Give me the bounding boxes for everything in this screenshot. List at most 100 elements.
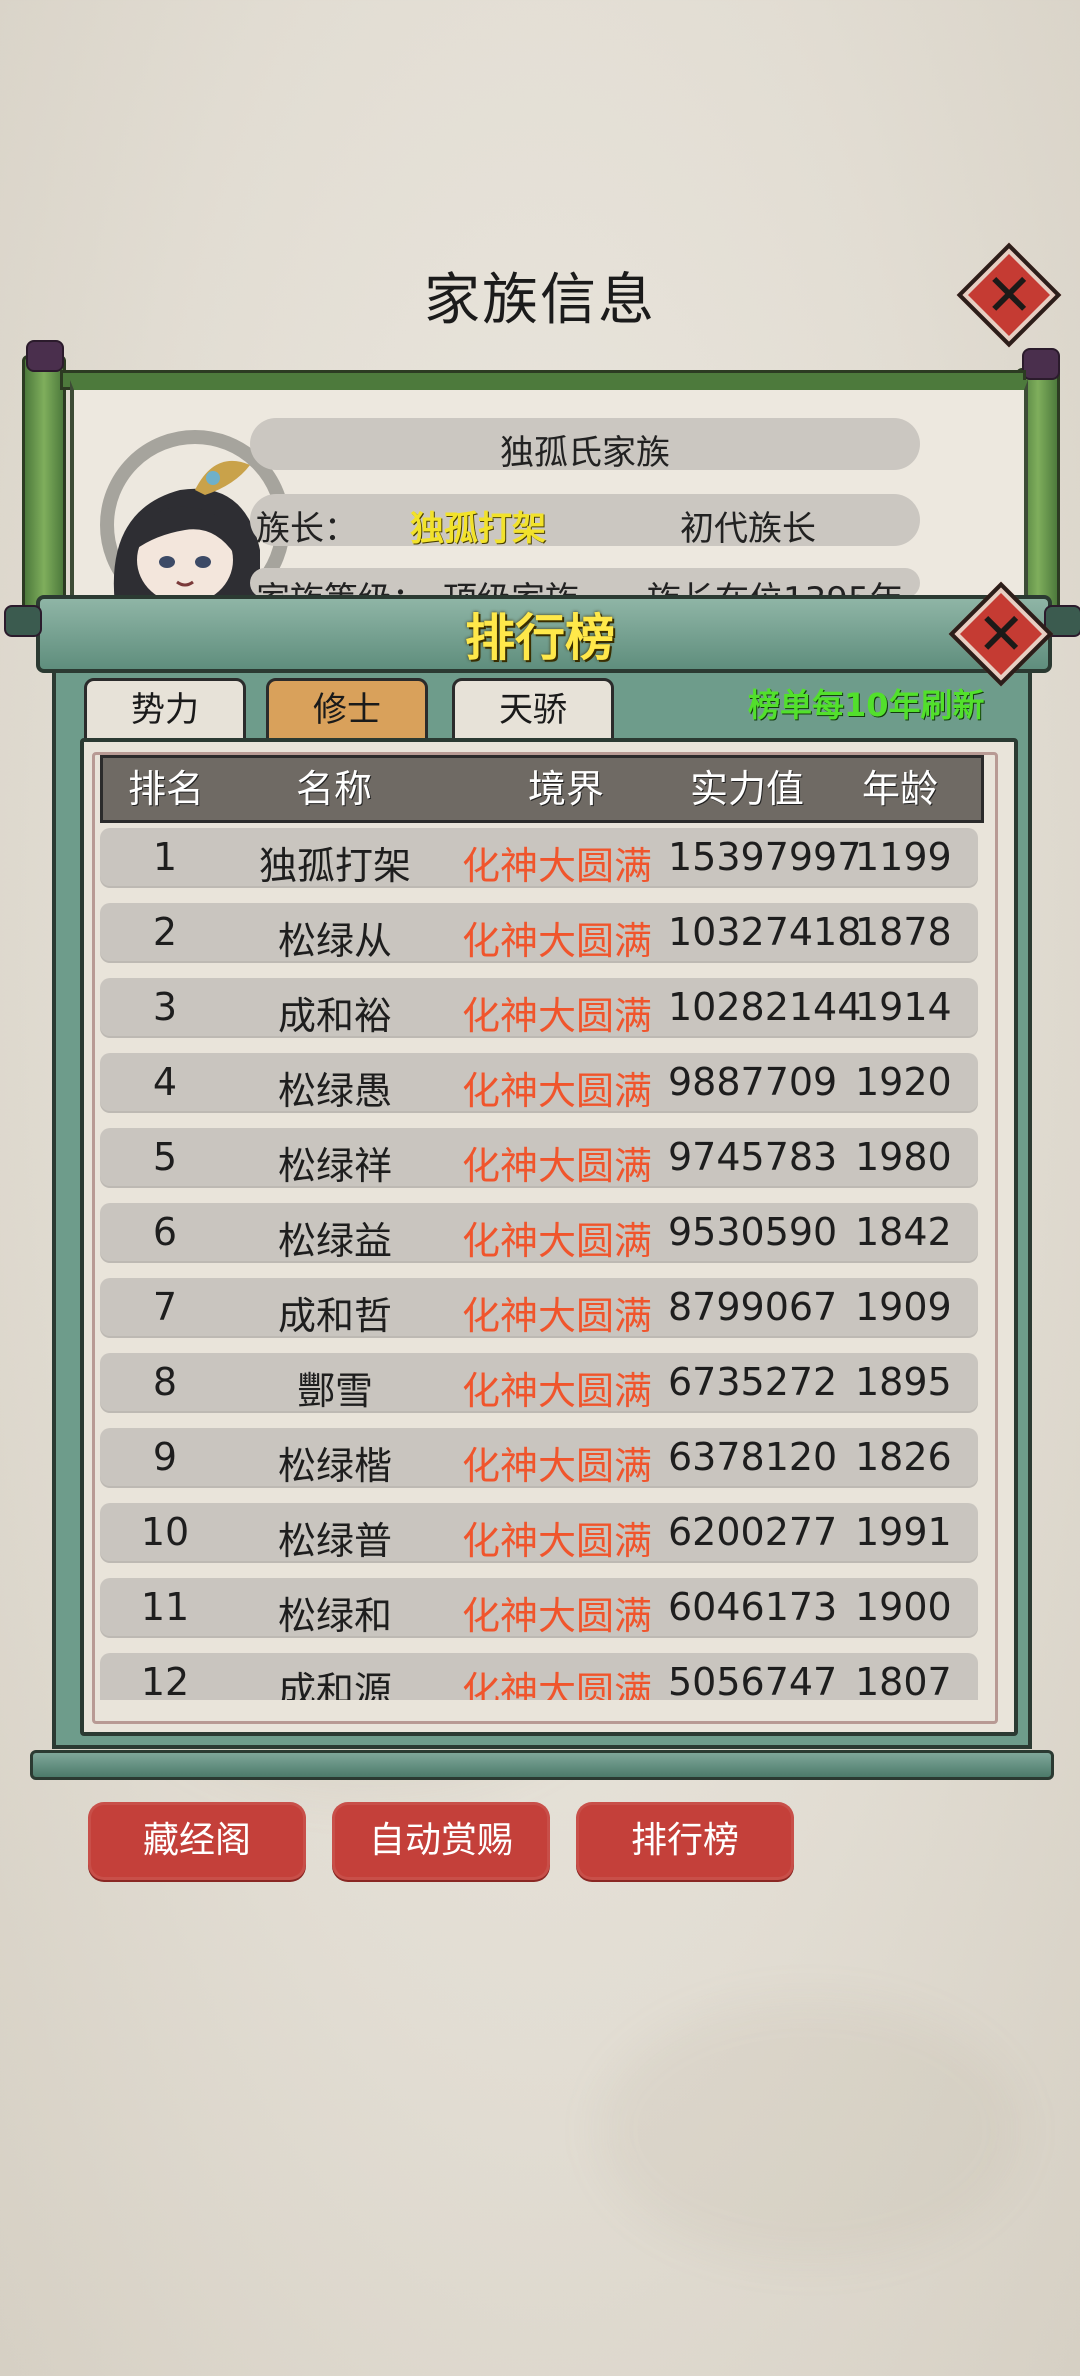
row-realm: 化神大圆满 bbox=[462, 1594, 653, 1638]
row-name: 松绿愚 bbox=[277, 1069, 392, 1113]
row-age: 1878 bbox=[855, 910, 952, 954]
row-power: 6378120 bbox=[668, 1435, 838, 1479]
row-age: 1909 bbox=[855, 1285, 952, 1329]
table-row[interactable]: 9 松绿楷 化神大圆满 6378120 1826 bbox=[100, 1428, 978, 1488]
leader-name: 独孤打架 bbox=[410, 509, 546, 549]
row-age: 1199 bbox=[855, 835, 952, 879]
table-row[interactable]: 5 松绿祥 化神大圆满 9745783 1980 bbox=[100, 1128, 978, 1188]
table-row[interactable]: 4 松绿愚 化神大圆满 9887709 1920 bbox=[100, 1053, 978, 1113]
row-age: 1991 bbox=[855, 1510, 952, 1554]
row-power: 6200277 bbox=[668, 1510, 838, 1554]
row-realm: 化神大圆满 bbox=[462, 1519, 653, 1563]
row-age: 1895 bbox=[855, 1360, 952, 1404]
table-row[interactable]: 2 松绿从 化神大圆满 10327418 1878 bbox=[100, 903, 978, 963]
tab-power[interactable]: 势力 bbox=[84, 678, 246, 742]
row-name: 松绿和 bbox=[277, 1594, 392, 1638]
row-age: 1914 bbox=[855, 985, 952, 1029]
tab-prodigies[interactable]: 天骄 bbox=[452, 678, 614, 742]
row-name: 成和裕 bbox=[277, 994, 392, 1038]
row-name: 酆雪 bbox=[296, 1369, 373, 1413]
background-texture bbox=[600, 2000, 1020, 2260]
table-row[interactable]: 12 成和源 化神大圆满 5056747 1807 bbox=[100, 1653, 978, 1700]
row-name: 松绿祥 bbox=[277, 1144, 392, 1188]
row-age: 1826 bbox=[855, 1435, 952, 1479]
table-row[interactable]: 10 松绿普 化神大圆满 6200277 1991 bbox=[100, 1503, 978, 1563]
row-rank: 5 bbox=[152, 1135, 178, 1179]
row-power: 15397997 bbox=[668, 835, 862, 879]
row-realm: 化神大圆满 bbox=[462, 1219, 653, 1263]
row-realm: 化神大圆满 bbox=[462, 994, 653, 1038]
row-realm: 化神大圆满 bbox=[462, 1669, 653, 1700]
column-header-rank: 排名 bbox=[128, 767, 205, 811]
leader-label: 族长： bbox=[256, 509, 358, 549]
row-name: 松绿楷 bbox=[277, 1444, 392, 1488]
scripture-pavilion-button[interactable]: 藏经阁 bbox=[88, 1802, 306, 1880]
row-name: 松绿从 bbox=[277, 919, 392, 963]
table-row[interactable]: 6 松绿益 化神大圆满 9530590 1842 bbox=[100, 1203, 978, 1263]
row-realm: 化神大圆满 bbox=[462, 1294, 653, 1338]
row-power: 5056747 bbox=[668, 1660, 838, 1700]
table-row[interactable]: 7 成和哲 化神大圆满 8799067 1909 bbox=[100, 1278, 978, 1338]
page-title: 家族信息 bbox=[424, 268, 656, 333]
row-rank: 11 bbox=[140, 1585, 190, 1629]
row-rank: 2 bbox=[152, 910, 178, 954]
row-realm: 化神大圆满 bbox=[462, 919, 653, 963]
row-rank: 10 bbox=[140, 1510, 190, 1554]
table-row[interactable]: 1 独孤打架 化神大圆满 15397997 1199 bbox=[100, 828, 978, 888]
leader-title: 初代族长 bbox=[680, 509, 816, 549]
row-power: 9530590 bbox=[668, 1210, 838, 1254]
row-name: 独孤打架 bbox=[258, 844, 411, 888]
family-name: 独孤氏家族 bbox=[500, 433, 670, 473]
ranking-bottom-rod bbox=[30, 1750, 1054, 1780]
row-power: 10327418 bbox=[668, 910, 862, 954]
row-realm: 化神大圆满 bbox=[462, 1144, 653, 1188]
column-header-power: 实力值 bbox=[690, 767, 805, 811]
column-header-name: 名称 bbox=[296, 767, 373, 811]
row-rank: 6 bbox=[152, 1210, 178, 1254]
row-power: 8799067 bbox=[668, 1285, 838, 1329]
row-name: 成和哲 bbox=[277, 1294, 392, 1338]
table-row[interactable]: 8 酆雪 化神大圆满 6735272 1895 bbox=[100, 1353, 978, 1413]
row-power: 6735272 bbox=[668, 1360, 838, 1404]
family-level-row: 家族等级： 顶级家族 族长在位1395年 bbox=[250, 568, 920, 598]
row-rank: 1 bbox=[152, 835, 178, 879]
row-name: 松绿普 bbox=[277, 1519, 392, 1563]
row-rank: 12 bbox=[140, 1660, 190, 1700]
table-row[interactable]: 3 成和裕 化神大圆满 10282144 1914 bbox=[100, 978, 978, 1038]
row-age: 1807 bbox=[855, 1660, 952, 1700]
leader-row: 族长： 独孤打架 初代族长 bbox=[250, 494, 920, 549]
row-realm: 化神大圆满 bbox=[462, 1369, 653, 1413]
leaderboard-button[interactable]: 排行榜 bbox=[576, 1802, 794, 1880]
ranking-list[interactable]: 1 独孤打架 化神大圆满 15397997 1199 2 松绿从 化神大圆满 1… bbox=[100, 828, 980, 1700]
row-power: 10282144 bbox=[668, 985, 862, 1029]
row-rank: 4 bbox=[152, 1060, 178, 1104]
row-rank: 8 bbox=[152, 1360, 178, 1404]
close-icon: ✕ bbox=[984, 260, 1034, 329]
row-realm: 化神大圆满 bbox=[462, 1444, 653, 1488]
row-power: 9887709 bbox=[668, 1060, 838, 1104]
table-row[interactable]: 11 松绿和 化神大圆满 6046173 1900 bbox=[100, 1578, 978, 1638]
column-header-age: 年龄 bbox=[862, 767, 939, 811]
row-age: 1900 bbox=[855, 1585, 952, 1629]
row-name: 成和源 bbox=[277, 1669, 392, 1700]
row-power: 6046173 bbox=[668, 1585, 838, 1629]
auto-reward-button[interactable]: 自动赏赐 bbox=[332, 1802, 550, 1880]
row-rank: 7 bbox=[152, 1285, 178, 1329]
row-name: 松绿益 bbox=[277, 1219, 392, 1263]
scroll-cap bbox=[26, 340, 64, 372]
column-header-realm: 境界 bbox=[528, 767, 605, 811]
row-rank: 9 bbox=[152, 1435, 178, 1479]
scroll-cap bbox=[1022, 348, 1060, 380]
refresh-note: 榜单每10年刷新 bbox=[748, 686, 985, 724]
scroll-rod-left bbox=[22, 355, 66, 621]
row-realm: 化神大圆满 bbox=[462, 1069, 653, 1113]
close-icon: ✕ bbox=[976, 599, 1026, 668]
family-name-row: 独孤氏家族 bbox=[250, 418, 920, 473]
row-age: 1980 bbox=[855, 1135, 952, 1179]
row-rank: 3 bbox=[152, 985, 178, 1029]
row-realm: 化神大圆满 bbox=[462, 844, 653, 888]
tab-cultivators[interactable]: 修士 bbox=[266, 678, 428, 742]
ranking-title: 排行榜 bbox=[465, 609, 615, 667]
row-age: 1842 bbox=[855, 1210, 952, 1254]
row-power: 9745783 bbox=[668, 1135, 838, 1179]
